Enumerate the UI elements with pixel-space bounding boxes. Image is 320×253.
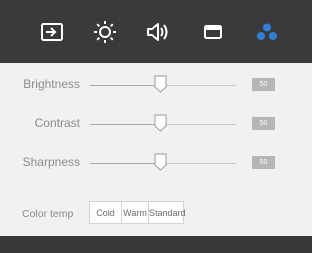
- brightness-label: Brightness: [23, 77, 80, 91]
- speaker-volume-icon[interactable]: [144, 0, 172, 63]
- contrast-slider-fill: [90, 124, 160, 125]
- contrast-row: Contrast 50: [0, 114, 312, 134]
- contrast-label: Contrast: [34, 116, 80, 130]
- brightness-slider[interactable]: [90, 75, 236, 93]
- sharpness-slider-thumb[interactable]: [154, 153, 167, 171]
- sharpness-slider[interactable]: [90, 153, 236, 171]
- color-temp-standard-button[interactable]: Standard: [148, 201, 186, 224]
- settings-content: Brightness 50 Contrast 50 Sharpness 50 C…: [0, 63, 312, 236]
- color-temp-options: Cold Warm Standard: [89, 201, 186, 226]
- brightness-value: 50: [252, 78, 275, 91]
- brightness-slider-thumb[interactable]: [154, 75, 167, 93]
- window-display-icon[interactable]: [201, 0, 225, 63]
- sharpness-label: Sharpness: [22, 155, 80, 169]
- contrast-slider-thumb[interactable]: [154, 114, 167, 132]
- bottom-bar: [0, 236, 312, 253]
- contrast-slider[interactable]: [90, 114, 236, 132]
- color-dots-icon[interactable]: [254, 0, 280, 63]
- sharpness-slider-fill: [90, 163, 160, 164]
- settings-tab-bar: [0, 0, 312, 63]
- input-source-icon[interactable]: [38, 0, 66, 63]
- display-settings-panel: Brightness 50 Contrast 50 Sharpness 50 C…: [0, 0, 312, 253]
- brightness-row: Brightness 50: [0, 75, 312, 95]
- color-temp-cold-button[interactable]: Cold: [89, 201, 122, 224]
- color-temp-label: Color temp: [22, 208, 74, 220]
- sharpness-value: 50: [252, 156, 275, 169]
- contrast-value: 50: [252, 117, 275, 130]
- sharpness-row: Sharpness 50: [0, 153, 312, 173]
- brightness-sun-icon[interactable]: [91, 0, 119, 63]
- brightness-slider-fill: [90, 85, 160, 86]
- color-temp-warm-button[interactable]: Warm: [121, 201, 149, 224]
